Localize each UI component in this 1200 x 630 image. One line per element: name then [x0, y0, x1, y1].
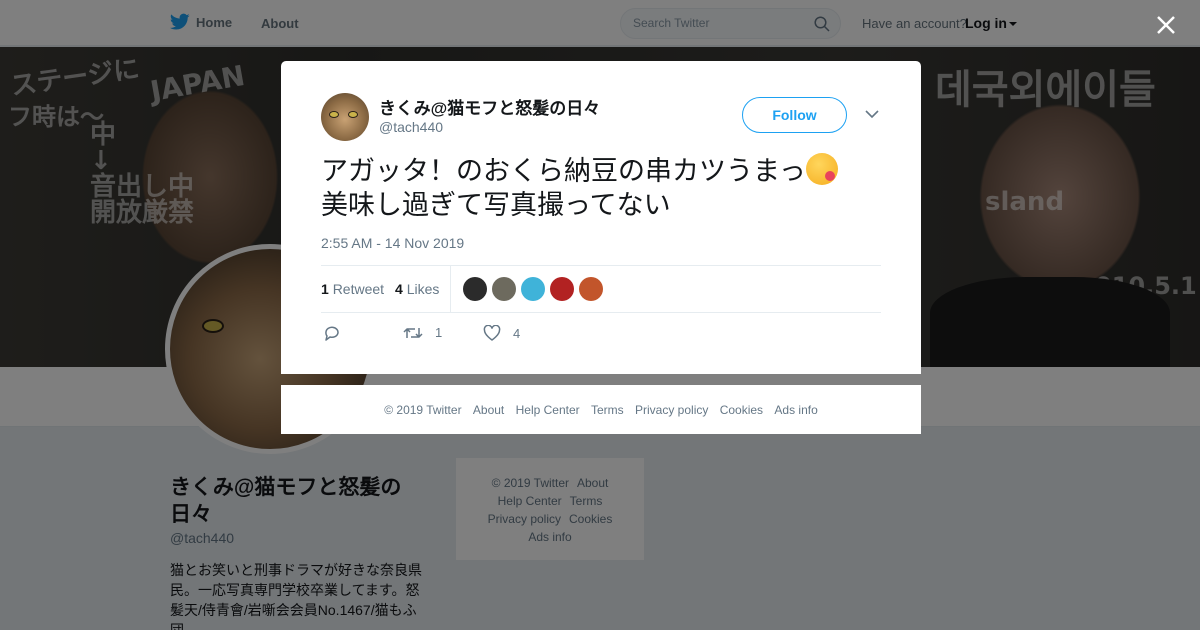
footer-copyright: © 2019 Twitter [384, 403, 462, 417]
tweet-text-line-2: 美味し過ぎて写真撮ってない [321, 190, 671, 221]
modal-footer: © 2019 Twitter About Help Center Terms P… [281, 385, 921, 434]
follow-button[interactable]: Follow [742, 97, 847, 133]
tweet-modal: きくみ@猫モフと怒髪の日々 @tach440 Follow アガッタ！のおくら納… [281, 61, 921, 374]
tweet-stats: 1 Retweet 4 Likes [321, 265, 881, 313]
yum-emoji-icon [805, 153, 838, 185]
liker-avatar[interactable] [521, 277, 545, 301]
tweet-actions: 1 4 [321, 323, 621, 347]
cat-eye [329, 111, 339, 118]
like-button[interactable]: 4 [483, 325, 520, 341]
liker-avatar[interactable] [579, 277, 603, 301]
cat-eye [348, 111, 358, 118]
reply-button[interactable] [323, 325, 341, 341]
retweet-count: 1 [321, 281, 329, 297]
tweet-text: アガッタ！のおくら納豆の串カツうまっ 美味し過ぎて写真撮ってない [321, 153, 881, 223]
retweet-icon [403, 327, 423, 338]
like-action-count: 4 [513, 325, 521, 341]
tweet-timestamp[interactable]: 2:55 AM - 14 Nov 2019 [321, 235, 464, 251]
retweet-button[interactable]: 1 [403, 325, 442, 340]
reply-icon [325, 326, 339, 341]
footer-terms-link[interactable]: Terms [591, 403, 624, 417]
retweet-label: Retweet [332, 281, 385, 297]
liker-avatar[interactable] [492, 277, 516, 301]
footer-cookies-link[interactable]: Cookies [720, 403, 763, 417]
stats-divider [450, 266, 451, 312]
liker-avatar[interactable] [463, 277, 487, 301]
author-avatar[interactable] [321, 93, 369, 141]
footer-help-link[interactable]: Help Center [516, 403, 580, 417]
footer-privacy-link[interactable]: Privacy policy [635, 403, 708, 417]
author-name[interactable]: きくみ@猫モフと怒髪の日々 [379, 94, 600, 119]
footer-ads-link[interactable]: Ads info [774, 403, 817, 417]
retweet-action-count: 1 [435, 325, 443, 340]
liker-avatar[interactable] [550, 277, 574, 301]
like-count: 4 [395, 281, 403, 297]
footer-about-link[interactable]: About [473, 403, 504, 417]
tweet-text-line-1: アガッタ！のおくら納豆の串カツうまっ [321, 156, 806, 187]
retweet-stat[interactable]: 1 Retweet [321, 281, 384, 297]
liker-avatars [463, 277, 603, 301]
likes-stat[interactable]: 4 Likes [395, 281, 439, 297]
author-handle[interactable]: @tach440 [379, 119, 443, 135]
close-icon[interactable] [1153, 12, 1179, 38]
heart-icon [483, 325, 501, 341]
like-label: Likes [406, 281, 440, 297]
chevron-down-icon[interactable] [865, 109, 879, 119]
